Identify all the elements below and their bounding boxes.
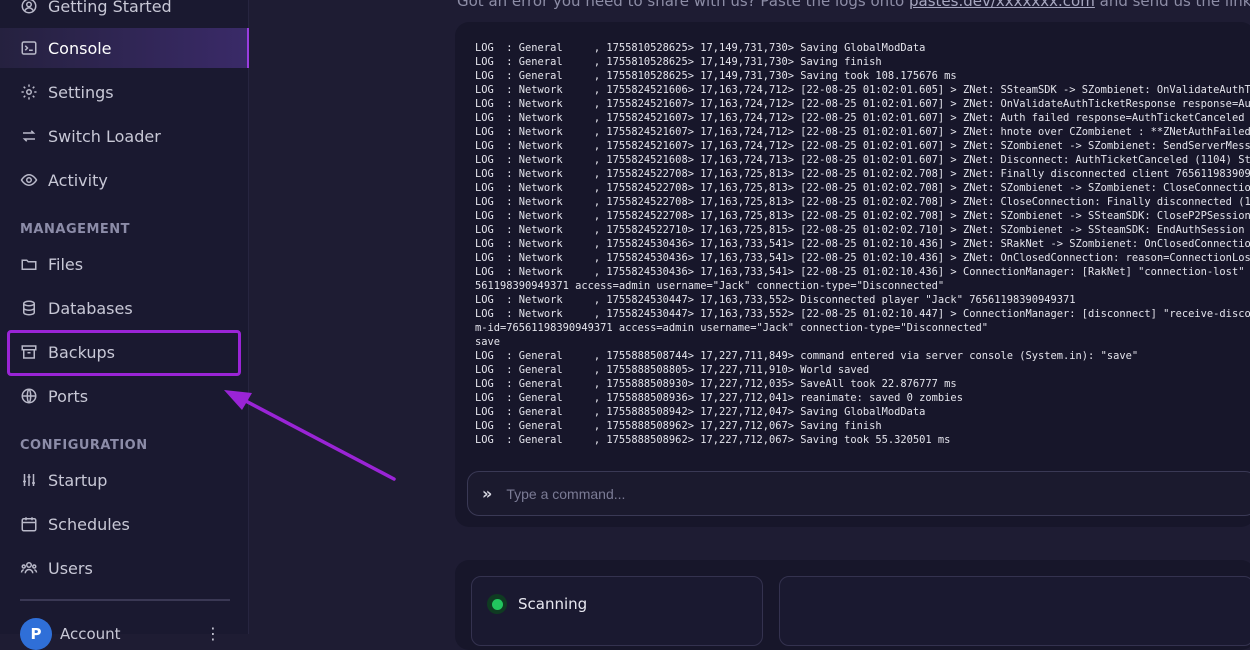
log-line: LOG : General , 1755810528625> 17,149,73… bbox=[475, 42, 926, 54]
sidebar-item-schedules[interactable]: Schedules bbox=[0, 504, 249, 544]
log-line: LOG : Network , 1755824522708> 17,163,72… bbox=[475, 210, 1250, 222]
status-label: Scanning bbox=[518, 595, 588, 613]
log-line: LOG : Network , 1755824530447> 17,163,73… bbox=[475, 294, 1076, 306]
log-line: m-id=76561198390949371 access=admin user… bbox=[475, 322, 988, 334]
log-line: LOG : Network , 1755824530436> 17,163,73… bbox=[475, 252, 1250, 264]
log-line: LOG : Network , 1755824521607> 17,163,72… bbox=[475, 126, 1250, 138]
sidebar-item-files[interactable]: Files bbox=[0, 244, 249, 284]
sidebar-item-label: Console bbox=[48, 38, 112, 58]
log-line: LOG : Network , 1755824522708> 17,163,72… bbox=[475, 196, 1250, 208]
log-line: LOG : Network , 1755824521607> 17,163,72… bbox=[475, 112, 1250, 124]
log-line: LOG : Network , 1755824530447> 17,163,73… bbox=[475, 308, 1250, 320]
sidebar-item-label: Activity bbox=[48, 170, 108, 190]
sidebar-item-label: Settings bbox=[48, 82, 114, 102]
sidebar-item-users[interactable]: Users bbox=[0, 548, 249, 588]
sidebar-item-label: Switch Loader bbox=[48, 126, 161, 146]
account-label: Account bbox=[60, 625, 121, 643]
sidebar-item-getting-started[interactable]: Getting Started bbox=[0, 0, 249, 26]
log-line: LOG : General , 1755888508744> 17,227,71… bbox=[475, 350, 1139, 362]
database-icon bbox=[20, 299, 38, 317]
users-icon bbox=[20, 559, 38, 577]
hint-link[interactable]: pastes.dev/xxxxxxx.com bbox=[909, 0, 1095, 10]
sidebar-item-label: Users bbox=[48, 558, 93, 578]
hint-text: Got an error you need to share with us? … bbox=[457, 0, 909, 10]
sliders-icon bbox=[20, 471, 38, 489]
sidebar-item-databases[interactable]: Databases bbox=[0, 288, 249, 328]
sidebar-item-label: Schedules bbox=[48, 514, 130, 534]
avatar: P bbox=[20, 618, 52, 650]
command-bar[interactable]: » bbox=[467, 471, 1250, 516]
log-line: LOG : General , 1755888508962> 17,227,71… bbox=[475, 420, 882, 432]
sidebar-item-label: Ports bbox=[48, 386, 89, 406]
console-hint: Got an error you need to share with us? … bbox=[457, 0, 1250, 10]
sidebar-item-label: Databases bbox=[48, 298, 133, 318]
log-line: LOG : General , 1755888508942> 17,227,71… bbox=[475, 406, 926, 418]
sidebar-item-switch-loader[interactable]: Switch Loader bbox=[0, 116, 249, 156]
log-line: LOG : Network , 1755824521607> 17,163,72… bbox=[475, 98, 1250, 110]
sidebar-item-label: Startup bbox=[48, 470, 108, 490]
sidebar-divider bbox=[20, 599, 230, 601]
sidebar-item-ports[interactable]: Ports bbox=[0, 376, 249, 416]
status-indicator-icon bbox=[487, 594, 507, 614]
stats-panel bbox=[779, 576, 1250, 646]
status-card bbox=[471, 576, 763, 646]
highlight-annotation-box bbox=[7, 330, 241, 376]
log-line: LOG : Network , 1755824521607> 17,163,72… bbox=[475, 140, 1250, 152]
sidebar-item-startup[interactable]: Startup bbox=[0, 460, 249, 500]
log-line: LOG : General , 1755888508930> 17,227,71… bbox=[475, 378, 957, 390]
log-line: LOG : Network , 1755824521606> 17,163,72… bbox=[475, 84, 1250, 96]
gear-icon bbox=[20, 83, 38, 101]
log-line: LOG : General , 1755888508962> 17,227,71… bbox=[475, 434, 951, 446]
folder-icon bbox=[20, 255, 38, 273]
log-line: LOG : General , 1755810528625> 17,149,73… bbox=[475, 56, 882, 68]
eye-icon bbox=[20, 171, 38, 189]
sidebar-item-console[interactable]: Console bbox=[0, 28, 249, 68]
log-line: LOG : Network , 1755824530436> 17,163,73… bbox=[475, 238, 1250, 250]
sidebar-item-activity[interactable]: Activity bbox=[0, 160, 249, 200]
log-line: LOG : General , 1755810528625> 17,149,73… bbox=[475, 70, 957, 82]
terminal-icon bbox=[20, 39, 38, 57]
log-line: LOG : Network , 1755824521608> 17,163,72… bbox=[475, 154, 1250, 166]
log-line: LOG : Network , 1755824530436> 17,163,73… bbox=[475, 266, 1250, 278]
account-menu[interactable]: P Account bbox=[20, 618, 121, 650]
section-title-management: MANAGEMENT bbox=[20, 222, 131, 237]
log-line: LOG : Network , 1755824522710> 17,163,72… bbox=[475, 224, 1245, 236]
sidebar-item-settings[interactable]: Settings bbox=[0, 72, 249, 112]
log-line: LOG : General , 1755888508805> 17,227,71… bbox=[475, 364, 870, 376]
calendar-icon bbox=[20, 515, 38, 533]
log-line: LOG : General , 1755888508936> 17,227,71… bbox=[475, 392, 963, 404]
chevron-right-icon: » bbox=[482, 484, 493, 503]
log-line: LOG : Network , 1755824522708> 17,163,72… bbox=[475, 168, 1250, 180]
log-line: LOG : Network , 1755824522708> 17,163,72… bbox=[475, 182, 1250, 194]
log-line: 561198390949371 access=admin username="J… bbox=[475, 280, 945, 292]
sidebar-item-label: Files bbox=[48, 254, 84, 274]
user-circle-icon bbox=[20, 0, 38, 15]
console-log: LOG : General , 1755810528625> 17,149,73… bbox=[475, 41, 1250, 461]
section-title-configuration: CONFIGURATION bbox=[20, 438, 148, 453]
hint-suffix: and send us the link! bbox=[1094, 0, 1250, 10]
log-line: save bbox=[475, 336, 501, 348]
swap-icon bbox=[20, 127, 38, 145]
command-input[interactable] bbox=[504, 484, 1209, 503]
globe-icon bbox=[20, 387, 38, 405]
sidebar: Getting Started Console Settings Switch … bbox=[0, 0, 249, 650]
sidebar-item-label: Getting Started bbox=[48, 0, 172, 16]
